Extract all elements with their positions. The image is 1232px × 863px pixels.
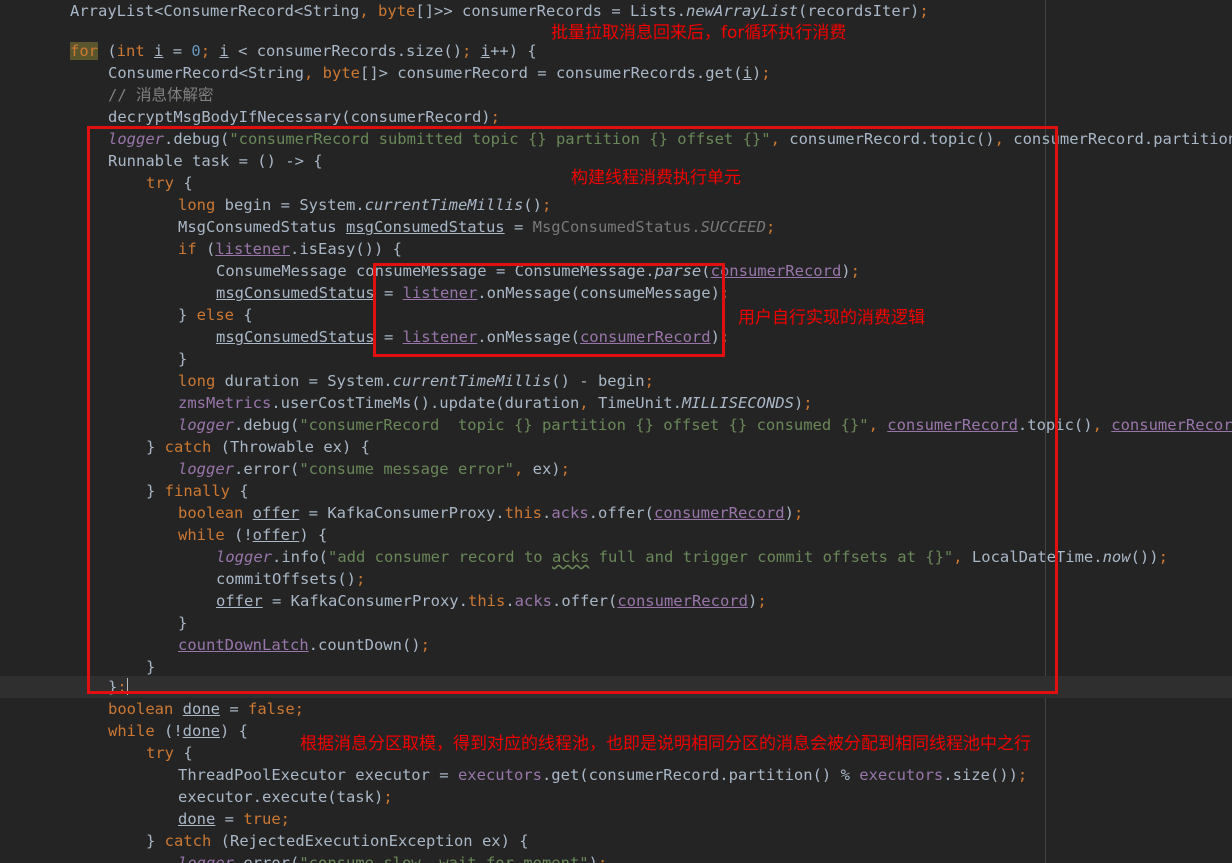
annotation-note-batch-pull: 批量拉取消息回来后，for循环执行消费 [551,23,847,43]
code-line[interactable]: offer = KafkaConsumerProxy.this.acks.off… [0,590,1232,612]
code-line[interactable]: MsgConsumedStatus msgConsumedStatus = Ms… [0,216,1232,238]
code-line[interactable]: commitOffsets(); [0,568,1232,590]
code-line[interactable]: boolean done = false; [0,698,1232,720]
code-line-for[interactable]: for (int i = 0; i < consumerRecords.size… [0,40,1232,62]
code-line[interactable]: long duration = System.currentTimeMillis… [0,370,1232,392]
code-line[interactable]: countDownLatch.countDown(); [0,634,1232,656]
code-line[interactable]: decryptMsgBodyIfNecessary(consumerRecord… [0,106,1232,128]
code-line[interactable]: ConsumerRecord<String, byte[]> consumerR… [0,62,1232,84]
text-caret [126,678,128,695]
code-line[interactable]: ThreadPoolExecutor executor = executors.… [0,764,1232,786]
code-line[interactable]: long begin = System.currentTimeMillis(); [0,194,1232,216]
code-line[interactable]: } [0,348,1232,370]
comment-decrypt-body: // 消息体解密 [108,86,214,104]
code-line[interactable]: ConsumeMessage consumeMessage = ConsumeM… [0,260,1232,282]
code-line[interactable]: } catch (Throwable ex) { [0,436,1232,458]
code-line[interactable]: zmsMetrics.userCostTimeMs().update(durat… [0,392,1232,414]
code-line-current[interactable]: }; [0,676,1232,698]
code-line[interactable]: while (!offer) { [0,524,1232,546]
code-line[interactable]: if (listener.isEasy()) { [0,238,1232,260]
code-line-comment[interactable]: // 消息体解密 [0,84,1232,106]
code-line[interactable]: msgConsumedStatus = listener.onMessage(c… [0,326,1232,348]
code-line[interactable]: } catch (RejectedExecutionException ex) … [0,830,1232,852]
annotation-note-user-logic: 用户自行实现的消费逻辑 [738,308,925,328]
code-line[interactable]: } [0,656,1232,678]
code-line[interactable]: } finally { [0,480,1232,502]
code-line[interactable]: logger.debug("consumerRecord topic {} pa… [0,414,1232,436]
code-line[interactable]: executor.execute(task); [0,786,1232,808]
code-line[interactable]: } else { [0,304,1232,326]
code-line[interactable]: logger.error("consume message error", ex… [0,458,1232,480]
code-line[interactable]: boolean offer = KafkaConsumerProxy.this.… [0,502,1232,524]
code-line[interactable]: logger.debug("consumerRecord submitted t… [0,128,1232,150]
annotation-note-build-unit: 构建线程消费执行单元 [571,168,741,188]
code-line[interactable]: msgConsumedStatus = listener.onMessage(c… [0,282,1232,304]
keyword-for-highlight: for [70,42,98,60]
code-line[interactable]: } [0,612,1232,634]
code-line[interactable]: logger.info("add consumer record to acks… [0,546,1232,568]
code-editor-viewport[interactable]: ArrayList<ConsumerRecord<String, byte[]>… [0,0,1232,863]
annotation-note-partition-mod: 根据消息分区取模，得到对应的线程池，也即是说明相同分区的消息会被分配到相同线程池… [300,734,1031,754]
code-line[interactable]: done = true; [0,808,1232,830]
code-line-partial[interactable]: logger.error("consume slow, wait for mom… [0,852,1232,863]
